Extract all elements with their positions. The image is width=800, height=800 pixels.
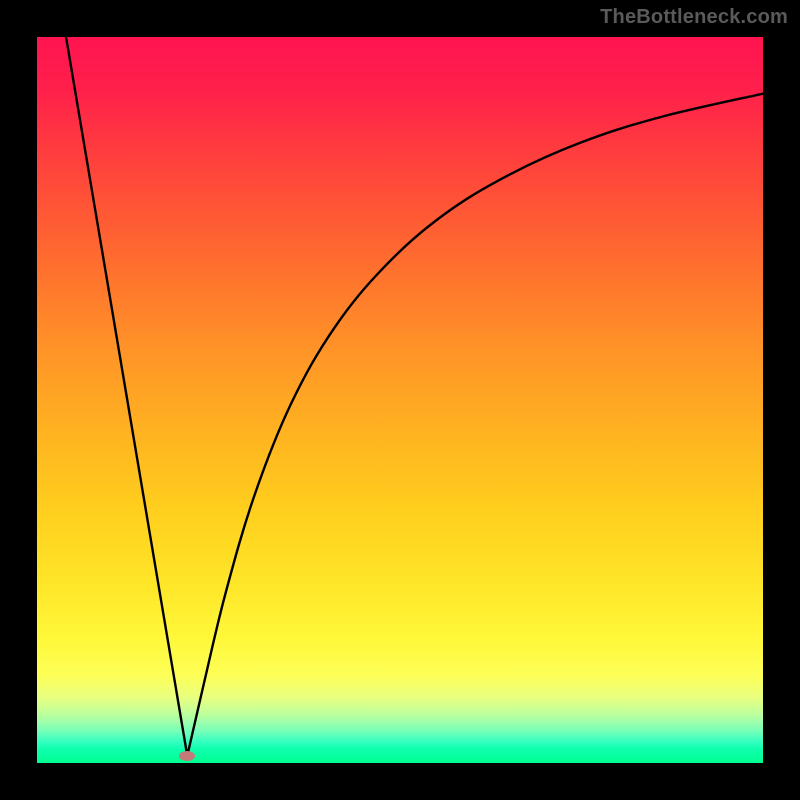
plot-area: [37, 37, 763, 763]
chart-frame: TheBottleneck.com: [0, 0, 800, 800]
minimum-marker: [179, 751, 195, 761]
attribution-text: TheBottleneck.com: [600, 6, 788, 29]
curve-svg: [37, 37, 763, 763]
bottleneck-curve: [66, 37, 763, 756]
